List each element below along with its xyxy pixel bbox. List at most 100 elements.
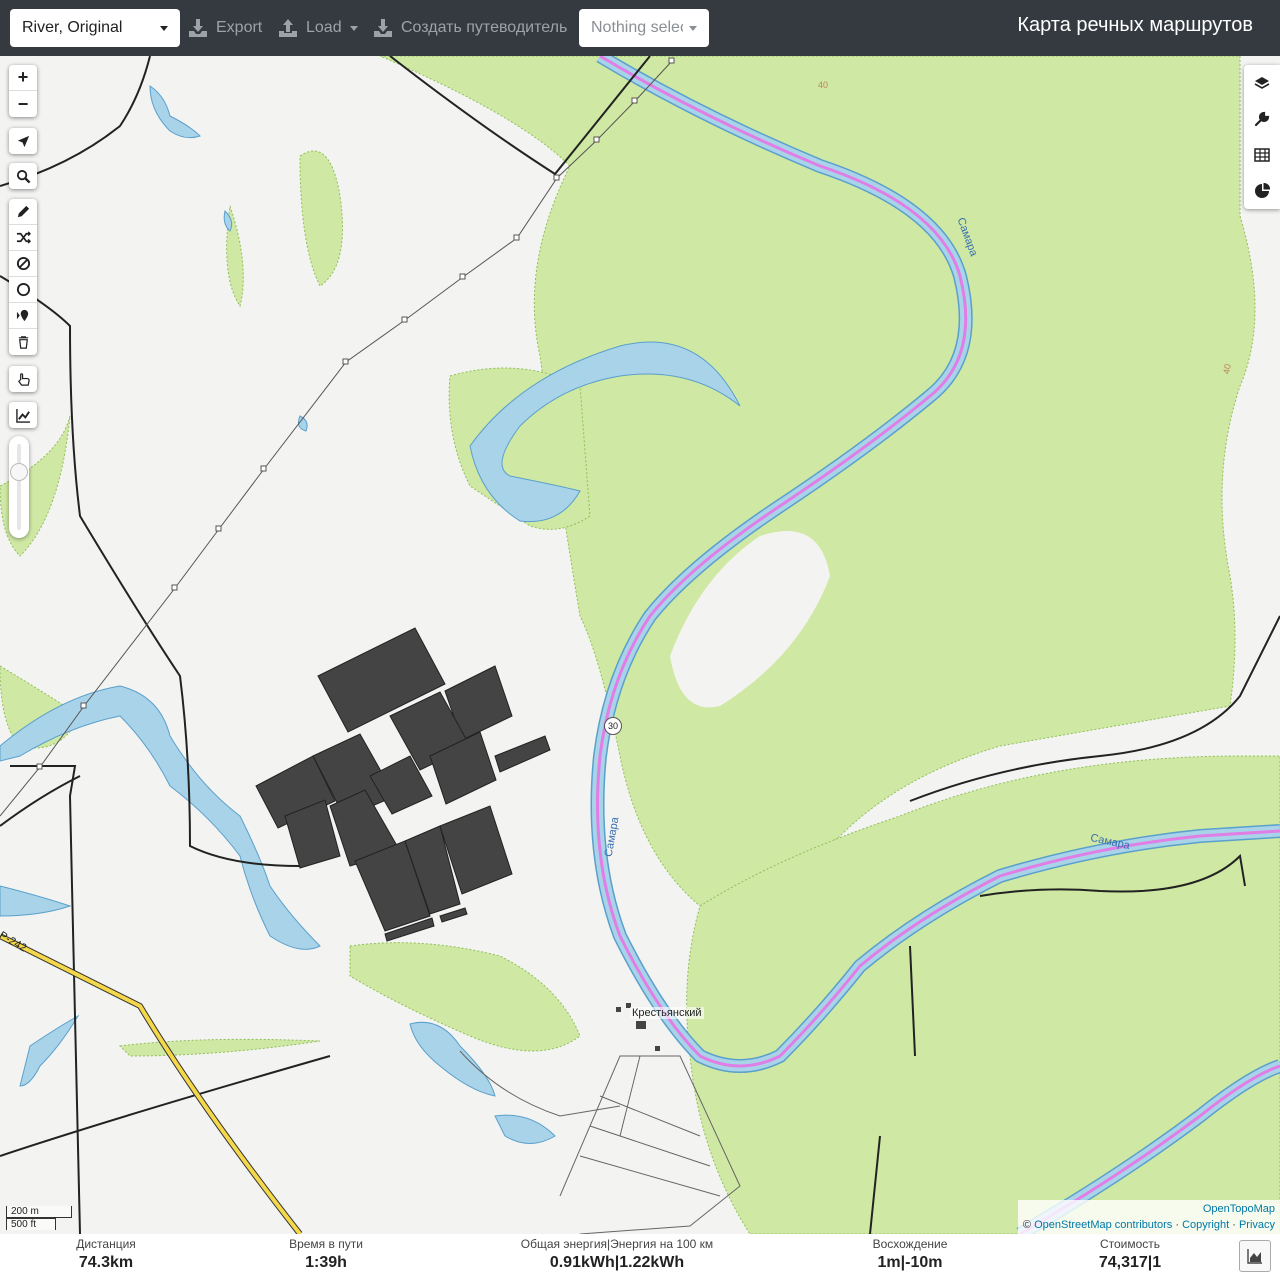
- stat-value: 74.3: [78, 1254, 110, 1271]
- stat-duration: Время в пути 1:39h: [266, 1234, 386, 1272]
- privacy-link[interactable]: Privacy: [1239, 1219, 1275, 1231]
- data-table-button[interactable]: [1244, 137, 1280, 173]
- draw-route-button[interactable]: [9, 199, 37, 225]
- stat-value: -10: [905, 1254, 929, 1271]
- download-icon: [374, 19, 392, 37]
- circle-icon: [16, 282, 30, 297]
- stat-unit: m: [886, 1254, 901, 1271]
- chevron-down-icon: [689, 25, 697, 31]
- search-icon: [16, 169, 30, 183]
- stat-ascent: Восхождение 1m|-10m: [850, 1234, 970, 1272]
- export-label: Export: [216, 19, 263, 36]
- wrench-icon: [1254, 111, 1270, 127]
- no-go-area-button[interactable]: [9, 251, 37, 277]
- stat-unit: h: [337, 1254, 347, 1271]
- copyright-symbol: ©: [1022, 1219, 1032, 1231]
- stat-cost: Стоимость 74,317|1: [1080, 1234, 1180, 1272]
- customize-profile-button[interactable]: [9, 366, 37, 392]
- stat-distance: Дистанция 74.3km: [56, 1234, 156, 1272]
- elevation-chart-button[interactable]: [9, 402, 37, 428]
- stat-value: 74,317: [1098, 1254, 1148, 1271]
- draw-tools: [9, 199, 37, 355]
- chevron-down-icon: [349, 25, 358, 31]
- map-attribution: OpenTopoMap © OpenStreetMap contributors…: [1017, 1200, 1280, 1234]
- chevron-down-icon: [160, 25, 168, 31]
- zoom-out-button[interactable]: −: [9, 91, 37, 117]
- osm-contributors-link[interactable]: OpenStreetMap contributors: [1034, 1219, 1172, 1231]
- shuffle-icon: [16, 231, 31, 244]
- stat-unit: kWh: [580, 1254, 615, 1271]
- locate-button[interactable]: [9, 128, 37, 154]
- opacity-slider-track: [17, 444, 21, 530]
- route-selection-dropdown[interactable]: Nothing selected: [579, 9, 709, 47]
- export-button[interactable]: Export: [188, 14, 262, 42]
- map-tiles: [0, 56, 1280, 1234]
- scale-imperial: 500 ft: [6, 1218, 56, 1230]
- separator: ·: [1175, 1219, 1179, 1231]
- stat-value: 0.91: [549, 1254, 581, 1271]
- stat-unit: kWh: [650, 1254, 685, 1271]
- road-ref-badge: 30: [604, 717, 622, 735]
- location-arrow-icon: [17, 135, 29, 147]
- layers-button[interactable]: [1244, 65, 1280, 101]
- create-guide-label: Создать путеводитель: [401, 19, 568, 36]
- elevation-control: [9, 402, 37, 428]
- download-icon: [189, 19, 207, 37]
- stat-value: 1:39: [305, 1254, 338, 1271]
- profile-select[interactable]: River, Original: [10, 9, 180, 47]
- copyright-link[interactable]: Copyright: [1182, 1219, 1229, 1231]
- load-label: Load: [306, 19, 342, 36]
- opacity-slider[interactable]: [9, 436, 29, 538]
- stat-unit: m: [928, 1254, 943, 1271]
- contour-label: 40: [818, 80, 829, 90]
- opacity-slider-thumb[interactable]: [10, 463, 28, 481]
- locate-control: [9, 128, 37, 154]
- map-scale: 200 m 500 ft: [6, 1206, 72, 1230]
- scale-metric: 200 m: [6, 1206, 72, 1218]
- hand-pointer-icon: [17, 372, 30, 386]
- delete-route-button[interactable]: [9, 329, 37, 355]
- area-chart-icon: [1247, 1249, 1262, 1264]
- stat-unit: km: [110, 1254, 134, 1271]
- stat-label: Восхождение: [872, 1237, 948, 1251]
- create-guide-button[interactable]: Создать путеводитель: [373, 14, 567, 42]
- opentopomap-link[interactable]: OpenTopoMap: [1203, 1203, 1275, 1215]
- route-selection-value: Nothing selected: [591, 19, 683, 36]
- draw-circle-button[interactable]: [9, 277, 37, 303]
- customize-control: [9, 366, 37, 392]
- table-icon: [1254, 148, 1270, 162]
- reverse-route-button[interactable]: [9, 225, 37, 251]
- line-chart-icon: [15, 408, 30, 423]
- stat-value: 1.22: [619, 1254, 651, 1271]
- search-button[interactable]: [9, 163, 37, 189]
- stat-label: Общая энергия|Энергия на 100 км: [520, 1237, 714, 1251]
- stat-energy: Общая энергия|Энергия на 100 км 0.91kWh|…: [497, 1234, 737, 1272]
- map-marker-icon: [16, 309, 28, 322]
- ban-icon: [16, 256, 30, 271]
- pie-chart-icon: [1255, 183, 1270, 198]
- pencil-icon: [17, 205, 29, 218]
- right-sidebar-tabs: [1244, 65, 1280, 209]
- zoom-control: + −: [9, 65, 37, 117]
- village-label: Крестьянский: [630, 1007, 704, 1019]
- analysis-button[interactable]: [1244, 173, 1280, 209]
- load-button[interactable]: Load: [278, 14, 358, 42]
- stat-label: Стоимость: [1099, 1237, 1161, 1251]
- search-control: [9, 163, 37, 189]
- route-stats-bar: Дистанция 74.3km Время в пути 1:39h Обща…: [0, 1234, 1280, 1280]
- stat-label: Дистанция: [76, 1237, 136, 1251]
- layers-icon: [1254, 77, 1270, 89]
- trash-icon: [18, 335, 28, 349]
- stat-label: Время в пути: [289, 1237, 363, 1251]
- waypoint-button[interactable]: [9, 303, 37, 329]
- map-view[interactable]: Крестьянский Самара Самара Самара Р-242 …: [0, 56, 1280, 1234]
- zoom-in-button[interactable]: +: [9, 65, 37, 91]
- upload-icon: [279, 19, 297, 37]
- settings-button[interactable]: [1244, 101, 1280, 137]
- top-navbar: River, Original Export Load Создать путе…: [0, 0, 1280, 56]
- separator: ·: [1232, 1219, 1236, 1231]
- profile-select-value: River, Original: [22, 19, 123, 36]
- stat-value: 1: [1152, 1254, 1162, 1271]
- elevation-profile-button[interactable]: [1239, 1240, 1271, 1272]
- app-title: Карта речных маршрутов: [1017, 14, 1253, 36]
